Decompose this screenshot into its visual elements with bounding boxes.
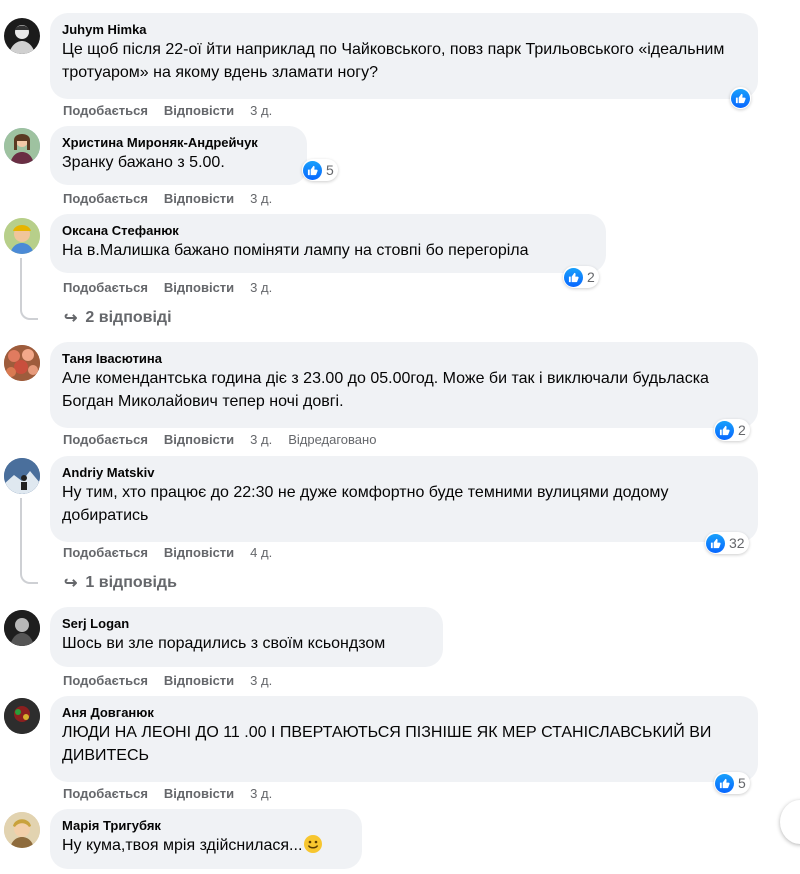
thread-line (20, 300, 38, 320)
reply-button[interactable]: Відповісти (164, 103, 234, 118)
comment-author[interactable]: Таня Івасютина (62, 350, 746, 367)
timestamp[interactable]: 3 д. (250, 432, 272, 447)
timestamp[interactable]: 3 д. (250, 786, 272, 801)
avatar[interactable] (4, 698, 40, 734)
reaction-count: 2 (587, 269, 595, 285)
reaction-badge[interactable]: 32 (705, 532, 749, 554)
reply-button[interactable]: Відповісти (164, 545, 234, 560)
comment-bubble: Juhym Himka Це щоб після 22-ої йти напри… (50, 13, 758, 99)
reaction-badge[interactable] (730, 87, 751, 109)
reply-button[interactable]: Відповісти (164, 786, 234, 801)
timestamp[interactable]: 4 д. (250, 545, 272, 560)
reaction-badge[interactable]: 2 (714, 419, 750, 441)
like-button[interactable]: Подобається (63, 673, 148, 688)
comment-author[interactable]: Serj Logan (62, 615, 431, 632)
thread-line (20, 498, 22, 570)
like-icon (715, 420, 734, 440)
comment-actions: Подобається Відповісти 3 д. (63, 673, 288, 689)
avatar[interactable] (4, 812, 40, 848)
reaction-count: 5 (326, 162, 334, 178)
comment-text: Але комендантська година діє з 23.00 до … (62, 370, 709, 410)
reply-arrow-icon: ↪ (64, 310, 78, 327)
thread-line (20, 258, 22, 306)
reaction-badge[interactable]: 5 (714, 772, 750, 794)
comment-author[interactable]: Аня Довганюк (62, 704, 746, 721)
reply-button[interactable]: Відповісти (164, 280, 234, 295)
view-replies-link[interactable]: ↪ 2 відповіді (64, 308, 172, 328)
like-icon (564, 267, 583, 287)
comment-text-content: Ну кума,твоя мрія здійснилася... (62, 837, 303, 854)
comment-author[interactable]: Христина Мироняк-Андрейчук (62, 134, 295, 151)
comment-author[interactable]: Оксана Стефанюк (62, 222, 594, 239)
timestamp[interactable]: 3 д. (250, 280, 272, 295)
comment-bubble: Христина Мироняк-Андрейчук Зранку бажано… (50, 126, 307, 185)
reply-button[interactable]: Відповісти (164, 191, 234, 206)
avatar[interactable] (4, 458, 40, 494)
comment-text: ЛЮДИ НА ЛЕОНІ ДО 11 .00 І ПВЕРТАЮТЬСЯ ПІ… (62, 724, 712, 764)
comment-actions: Подобається Відповісти 3 д. (63, 191, 288, 207)
comment-actions: Подобається Відповісти 3 д. (63, 786, 288, 802)
smile-emoji-icon (304, 835, 323, 853)
avatar[interactable] (4, 610, 40, 646)
view-replies-link[interactable]: ↪ 1 відповідь (64, 573, 177, 593)
comment-actions: Подобається Відповісти 4 д. (63, 545, 288, 561)
replies-count: 2 відповіді (85, 309, 172, 326)
comment-author[interactable]: Juhym Himka (62, 21, 746, 38)
timestamp[interactable]: 3 д. (250, 673, 272, 688)
like-button[interactable]: Подобається (63, 545, 148, 560)
avatar[interactable] (4, 345, 40, 381)
reaction-count: 5 (738, 775, 746, 791)
comment-text: Ну кума,твоя мрія здійснилася... (62, 834, 350, 857)
like-button[interactable]: Подобається (63, 786, 148, 801)
like-button[interactable]: Подобається (63, 103, 148, 118)
comment-actions: Подобається Відповісти 3 д. Відредаговано (63, 432, 392, 448)
comment-bubble: Аня Довганюк ЛЮДИ НА ЛЕОНІ ДО 11 .00 І П… (50, 696, 758, 782)
like-icon (715, 773, 734, 793)
like-icon (706, 533, 725, 553)
reply-button[interactable]: Відповісти (164, 673, 234, 688)
avatar[interactable] (4, 128, 40, 164)
comment-actions: Подобається Відповісти 3 д. (63, 103, 288, 119)
edited-label: Відредаговано (288, 432, 377, 447)
comment-bubble: Оксана Стефанюк На в.Малишка бажано помі… (50, 214, 606, 273)
side-button[interactable] (780, 800, 800, 844)
timestamp[interactable]: 3 д. (250, 103, 272, 118)
reaction-count: 2 (738, 422, 746, 438)
like-icon (731, 88, 750, 108)
reaction-badge[interactable]: 5 (302, 159, 338, 181)
comment-text: На в.Малишка бажано поміняти лампу на ст… (62, 242, 529, 259)
comment-bubble: Марія Тригубяк Ну кума,твоя мрія здійсни… (50, 809, 362, 869)
comment-text: Ну тим, хто працює до 22:30 не дуже комф… (62, 484, 669, 524)
comment-bubble: Таня Івасютина Але комендантська година … (50, 342, 758, 428)
comment-text: Зранку бажано з 5.00. (62, 154, 225, 171)
comment-author[interactable]: Andriy Matskiv (62, 464, 746, 481)
comment-text: Це щоб після 22-ої йти наприклад по Чайк… (62, 41, 725, 81)
comment-bubble: Serj Logan Шось ви зле порадились з свої… (50, 607, 443, 667)
like-icon (303, 160, 322, 180)
avatar[interactable] (4, 18, 40, 54)
reply-arrow-icon: ↪ (64, 575, 78, 592)
like-button[interactable]: Подобається (63, 191, 148, 206)
comment-bubble: Andriy Matskiv Ну тим, хто працює до 22:… (50, 456, 758, 542)
like-button[interactable]: Подобається (63, 432, 148, 447)
reaction-badge[interactable]: 2 (563, 266, 599, 288)
comment-actions: Подобається Відповісти 3 д. (63, 280, 288, 296)
comment-author[interactable]: Марія Тригубяк (62, 817, 350, 834)
reply-button[interactable]: Відповісти (164, 432, 234, 447)
comment-text: Шось ви зле порадились з своїм ксьондзом (62, 635, 386, 652)
avatar[interactable] (4, 218, 40, 254)
replies-count: 1 відповідь (85, 574, 177, 591)
like-button[interactable]: Подобається (63, 280, 148, 295)
timestamp[interactable]: 3 д. (250, 191, 272, 206)
reaction-count: 32 (729, 535, 745, 551)
thread-line (20, 564, 38, 584)
